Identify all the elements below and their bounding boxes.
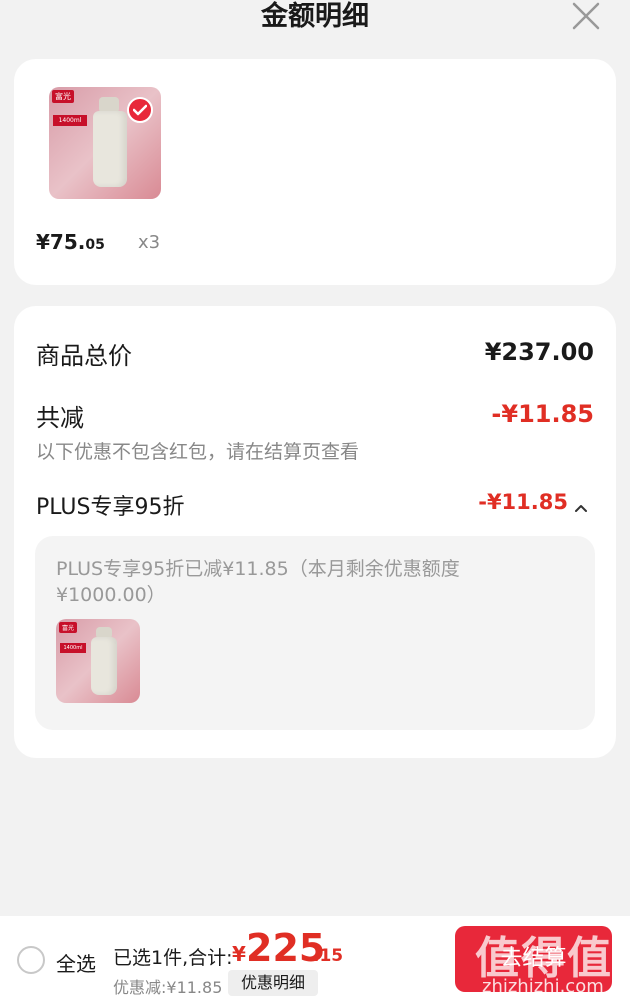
watermark-url: zhizhizhi.com [482,976,604,997]
total-label: 商品总价 [36,342,132,370]
check-icon[interactable] [127,97,153,123]
detail-product-image: 富光 1400ml [56,619,140,703]
plus-detail-text: PLUS专享95折已减¥11.85（本月剩余优惠额度¥1000.00） [56,558,460,606]
page-title: 金额明细 [261,1,369,32]
spec-badge: 1400ml [60,643,86,653]
spec-badge: 1400ml [53,115,87,126]
close-icon[interactable] [572,2,600,30]
discount-detail-button[interactable]: 优惠明细 [228,970,318,996]
plus-value[interactable]: -¥11.85 [478,490,568,514]
product-price: ¥75.05 [36,230,105,254]
price-main: ¥75. [36,230,86,254]
total-currency: ¥ [232,942,246,966]
header: 金额明细 [0,0,630,42]
discount-value: -¥11.85 [491,400,594,428]
price-cents: 05 [85,237,105,253]
discount-label: 共减 [36,404,84,432]
select-all-label[interactable]: 全选 [56,948,96,977]
discount-summary: 优惠减:¥11.85 [113,978,223,997]
product-image[interactable]: 富光 1400ml [49,87,161,199]
selected-info: 已选1件,合计: [113,947,233,969]
product-quantity: x3 [138,232,161,253]
brand-badge: 富光 [59,622,78,633]
chevron-up-icon[interactable] [574,498,588,512]
select-all-radio[interactable] [17,946,45,974]
total-value: ¥237.00 [484,338,594,366]
total-cents: .15 [313,946,344,966]
discount-note: 以下优惠不包含红包，请在结算页查看 [36,441,360,463]
plus-label[interactable]: PLUS专享95折 [36,489,185,521]
brand-badge: 富光 [52,90,74,103]
